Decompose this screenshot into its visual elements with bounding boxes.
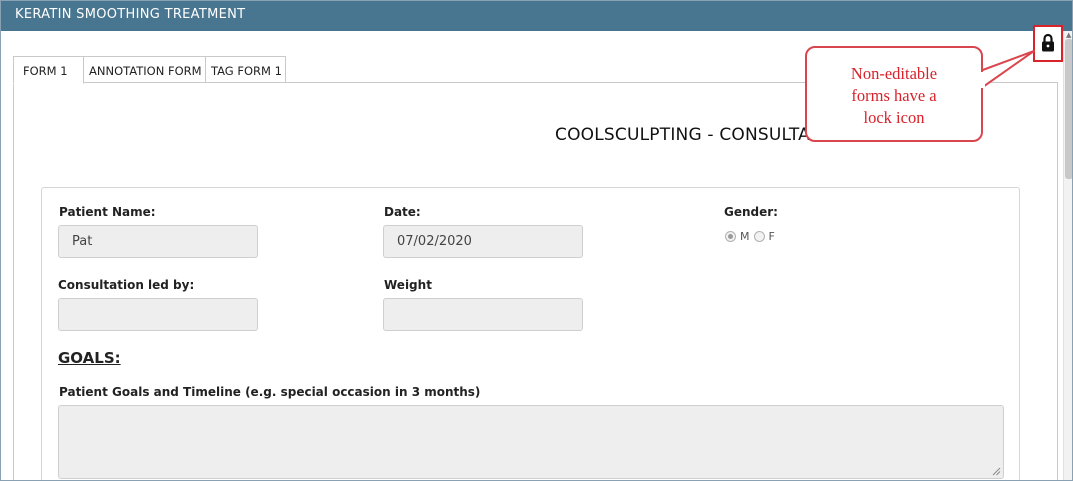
gender-radio-female[interactable] [753, 231, 765, 242]
vertical-scrollbar[interactable]: ▲ [1063, 31, 1072, 480]
gender-radio-male[interactable] [725, 231, 736, 242]
consultation-led-by-label: Consultation led by: [58, 278, 195, 292]
callout-line-3: lock icon [863, 108, 925, 127]
callout-text: Non-editable forms have a lock icon [807, 63, 981, 129]
weight-label: Weight [384, 278, 432, 292]
gender-radio-group: M F [725, 230, 779, 243]
window-titlebar: KERATIN SMOOTHING TREATMENT [1, 1, 1072, 31]
date-label: Date: [384, 205, 421, 219]
scroll-up-arrow-icon[interactable]: ▲ [1066, 31, 1071, 39]
tab-tag-form-1[interactable]: TAG FORM 1 [205, 56, 286, 83]
callout-line-1: Non-editable [850, 64, 938, 83]
gender-option-label-f: F [768, 230, 775, 243]
tab-annotation-form[interactable]: ANNOTATION FORM [83, 56, 206, 83]
goals-timeline-textarea[interactable] [58, 405, 1004, 479]
lock-icon [1042, 33, 1054, 52]
gender-label: Gender: [724, 205, 778, 219]
form-window: KERATIN SMOOTHING TREATMENT ▲ FORM 1 ANN… [0, 0, 1073, 481]
date-field[interactable]: 07/02/2020 [383, 225, 583, 258]
patient-name-field[interactable]: Pat [58, 225, 258, 258]
annotation-callout: Non-editable forms have a lock icon [805, 46, 983, 142]
callout-line-2: forms have a [851, 86, 937, 105]
resize-grip-icon[interactable] [992, 467, 1001, 476]
scrollbar-thumb[interactable] [1065, 39, 1072, 179]
consultation-led-by-field[interactable] [58, 298, 258, 331]
goals-heading: GOALS: [58, 349, 121, 367]
patient-name-label: Patient Name: [59, 205, 156, 219]
callout-joint-cover [979, 72, 985, 88]
gender-option-label-m: M [740, 230, 750, 243]
tab-form-1[interactable]: FORM 1 [13, 56, 84, 84]
window-title: KERATIN SMOOTHING TREATMENT [15, 7, 246, 22]
goals-timeline-label: Patient Goals and Timeline (e.g. special… [59, 385, 481, 399]
weight-field[interactable] [383, 298, 583, 331]
lock-indicator [1033, 25, 1063, 62]
